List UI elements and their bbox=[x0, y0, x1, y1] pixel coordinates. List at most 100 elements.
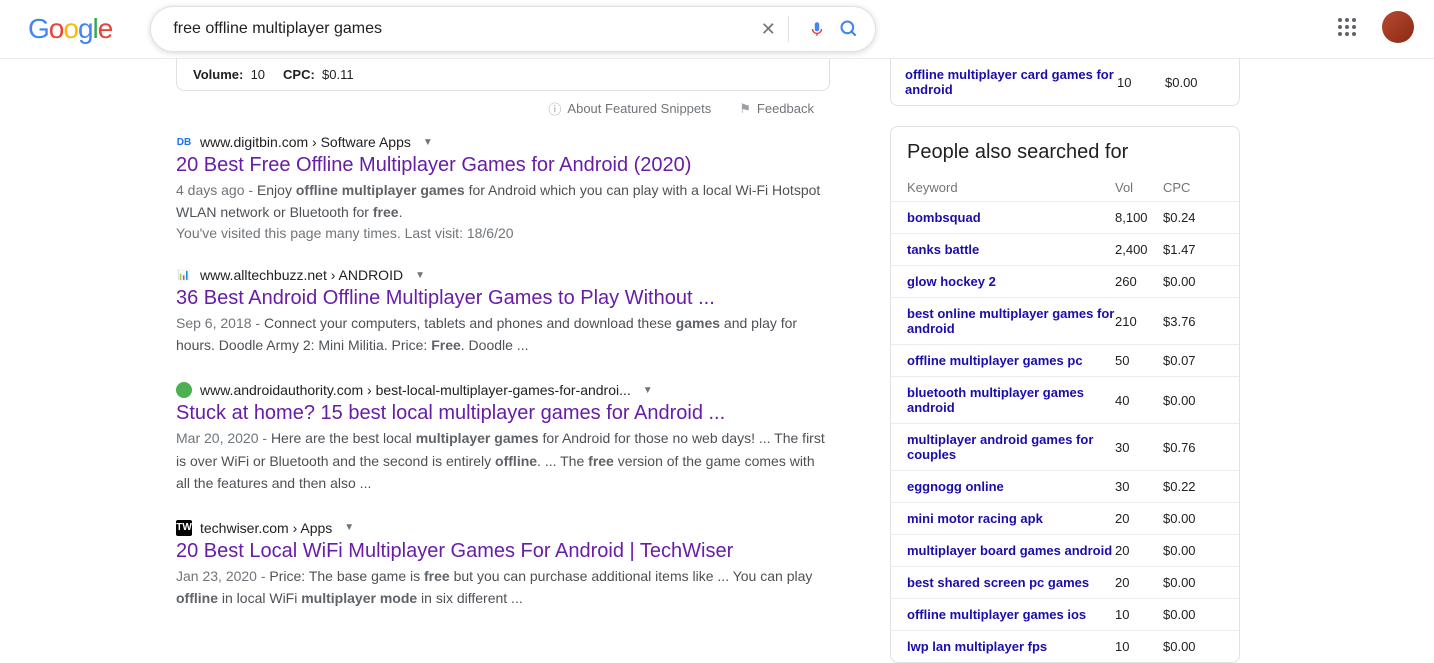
search-icon[interactable] bbox=[837, 17, 861, 41]
result-snippet: Mar 20, 2020 - Here are the best local m… bbox=[176, 427, 830, 493]
visited-note: You've visited this page many times. Las… bbox=[176, 225, 830, 241]
keyword-link[interactable]: best shared screen pc games bbox=[907, 575, 1115, 590]
chevron-down-icon[interactable]: ▼ bbox=[344, 522, 354, 533]
keyword-link[interactable]: multiplayer android games for couples bbox=[907, 432, 1115, 462]
result-snippet: 4 days ago - Enjoy offline multiplayer g… bbox=[176, 179, 830, 223]
vol-value: 50 bbox=[1115, 353, 1163, 368]
breadcrumb: www.androidauthority.com › best-local-mu… bbox=[176, 382, 830, 398]
avatar[interactable] bbox=[1382, 11, 1414, 43]
divider bbox=[788, 16, 789, 42]
keyword-link[interactable]: mini motor racing apk bbox=[907, 511, 1115, 526]
top-related-box: offline multiplayer card games for andro… bbox=[890, 59, 1240, 106]
volume-label: Volume: bbox=[193, 67, 243, 82]
related-keyword-link[interactable]: offline multiplayer card games for andro… bbox=[905, 67, 1117, 97]
feedback-text: Feedback bbox=[757, 101, 814, 116]
clear-icon[interactable]: ✕ bbox=[756, 17, 780, 41]
cpc-label: CPC: bbox=[283, 67, 315, 82]
table-row: offline multiplayer card games for andro… bbox=[891, 59, 1239, 105]
cpc-value: $1.47 bbox=[1163, 242, 1223, 257]
keyword-link[interactable]: eggnogg online bbox=[907, 479, 1115, 494]
vol-value: 10 bbox=[1115, 639, 1163, 654]
table-row: lwp lan multiplayer fps 10 $0.00 bbox=[891, 631, 1239, 662]
chevron-down-icon[interactable]: ▼ bbox=[643, 385, 653, 396]
breadcrumb: TW techwiser.com › Apps ▼ bbox=[176, 520, 830, 536]
cpc-value: $0.22 bbox=[1163, 479, 1223, 494]
snippet-links: ⓘ About Featured Snippets ⚑ Feedback bbox=[176, 91, 830, 134]
table-row: glow hockey 2 260 $0.00 bbox=[891, 266, 1239, 298]
cpc-value: $0.00 bbox=[1163, 575, 1223, 590]
results-column: Volume: 10 CPC: $0.11 ⓘ About Featured S… bbox=[176, 59, 830, 663]
cpc-value: $0.00 bbox=[1163, 511, 1223, 526]
table-row: multiplayer android games for couples 30… bbox=[891, 424, 1239, 471]
vol-value: 260 bbox=[1115, 274, 1163, 289]
table-row: offline multiplayer games ios 10 $0.00 bbox=[891, 599, 1239, 631]
related-cpc: $0.00 bbox=[1165, 75, 1225, 90]
panel-header: Keyword Vol CPC bbox=[891, 174, 1239, 202]
vol-value: 10 bbox=[1115, 607, 1163, 622]
breadcrumb-text: www.digitbin.com › Software Apps bbox=[200, 134, 411, 150]
cpc-value: $0.00 bbox=[1163, 393, 1223, 408]
vol-value: 40 bbox=[1115, 393, 1163, 408]
col-vol: Vol bbox=[1115, 180, 1163, 195]
about-featured-snippets[interactable]: ⓘ About Featured Snippets bbox=[548, 99, 711, 118]
table-row: tanks battle 2,400 $1.47 bbox=[891, 234, 1239, 266]
result-title[interactable]: 36 Best Android Offline Multiplayer Game… bbox=[176, 287, 830, 310]
vol-value: 30 bbox=[1115, 440, 1163, 455]
keyword-link[interactable]: tanks battle bbox=[907, 242, 1115, 257]
vol-value: 2,400 bbox=[1115, 242, 1163, 257]
table-row: best online multiplayer games for androi… bbox=[891, 298, 1239, 345]
result-snippet: Jan 23, 2020 - Price: The base game is f… bbox=[176, 565, 830, 609]
table-row: mini motor racing apk 20 $0.00 bbox=[891, 503, 1239, 535]
breadcrumb: 📊 www.alltechbuzz.net › ANDROID ▼ bbox=[176, 267, 830, 283]
table-row: multiplayer board games android 20 $0.00 bbox=[891, 535, 1239, 567]
search-bar: ✕ bbox=[150, 6, 876, 52]
result-title[interactable]: Stuck at home? 15 best local multiplayer… bbox=[176, 402, 830, 425]
apps-icon[interactable] bbox=[1330, 10, 1364, 44]
col-cpc: CPC bbox=[1163, 180, 1223, 195]
favicon: 📊 bbox=[176, 267, 192, 283]
flag-icon: ⚑ bbox=[739, 101, 751, 117]
chevron-down-icon[interactable]: ▼ bbox=[423, 137, 433, 148]
keyword-link[interactable]: bluetooth multiplayer games android bbox=[907, 385, 1115, 415]
keyword-link[interactable]: offline multiplayer games pc bbox=[907, 353, 1115, 368]
cpc-value: $0.24 bbox=[1163, 210, 1223, 225]
favicon: TW bbox=[176, 520, 192, 536]
sidebar: offline multiplayer card games for andro… bbox=[890, 59, 1240, 663]
cpc-value: $0.00 bbox=[1163, 543, 1223, 558]
cpc-value: $0.11 bbox=[322, 67, 354, 82]
people-also-searched-panel: People also searched for Keyword Vol CPC… bbox=[890, 126, 1240, 663]
keyword-link[interactable]: offline multiplayer games ios bbox=[907, 607, 1115, 622]
keyword-link[interactable]: bombsquad bbox=[907, 210, 1115, 225]
search-result: DB www.digitbin.com › Software Apps ▼ 20… bbox=[176, 134, 830, 241]
vol-value: 30 bbox=[1115, 479, 1163, 494]
chevron-down-icon[interactable]: ▼ bbox=[415, 270, 425, 281]
keyword-link[interactable]: glow hockey 2 bbox=[907, 274, 1115, 289]
header-right bbox=[1330, 10, 1414, 44]
result-title[interactable]: 20 Best Local WiFi Multiplayer Games For… bbox=[176, 540, 830, 563]
cpc-value: $0.07 bbox=[1163, 353, 1223, 368]
table-row: offline multiplayer games pc 50 $0.07 bbox=[891, 345, 1239, 377]
metrics-box: Volume: 10 CPC: $0.11 bbox=[176, 59, 830, 91]
keyword-link[interactable]: multiplayer board games android bbox=[907, 543, 1115, 558]
breadcrumb-text: techwiser.com › Apps bbox=[200, 520, 332, 536]
keyword-link[interactable]: best online multiplayer games for androi… bbox=[907, 306, 1115, 336]
feedback-link[interactable]: ⚑ Feedback bbox=[739, 99, 814, 118]
cpc-value: $3.76 bbox=[1163, 314, 1223, 329]
vol-value: 20 bbox=[1115, 511, 1163, 526]
table-row: best shared screen pc games 20 $0.00 bbox=[891, 567, 1239, 599]
search-input[interactable] bbox=[171, 19, 748, 39]
cpc-value: $0.76 bbox=[1163, 440, 1223, 455]
vol-value: 20 bbox=[1115, 543, 1163, 558]
help-icon: ⓘ bbox=[548, 99, 561, 118]
favicon: DB bbox=[176, 134, 192, 150]
keyword-link[interactable]: lwp lan multiplayer fps bbox=[907, 639, 1115, 654]
mic-icon[interactable] bbox=[805, 17, 829, 41]
search-result: www.androidauthority.com › best-local-mu… bbox=[176, 382, 830, 493]
google-logo[interactable]: Google bbox=[28, 13, 112, 45]
favicon bbox=[176, 382, 192, 398]
result-title[interactable]: 20 Best Free Offline Multiplayer Games f… bbox=[176, 154, 830, 177]
result-snippet: Sep 6, 2018 - Connect your computers, ta… bbox=[176, 312, 830, 356]
vol-value: 20 bbox=[1115, 575, 1163, 590]
related-vol: 10 bbox=[1117, 75, 1165, 90]
volume-value: 10 bbox=[251, 67, 265, 82]
